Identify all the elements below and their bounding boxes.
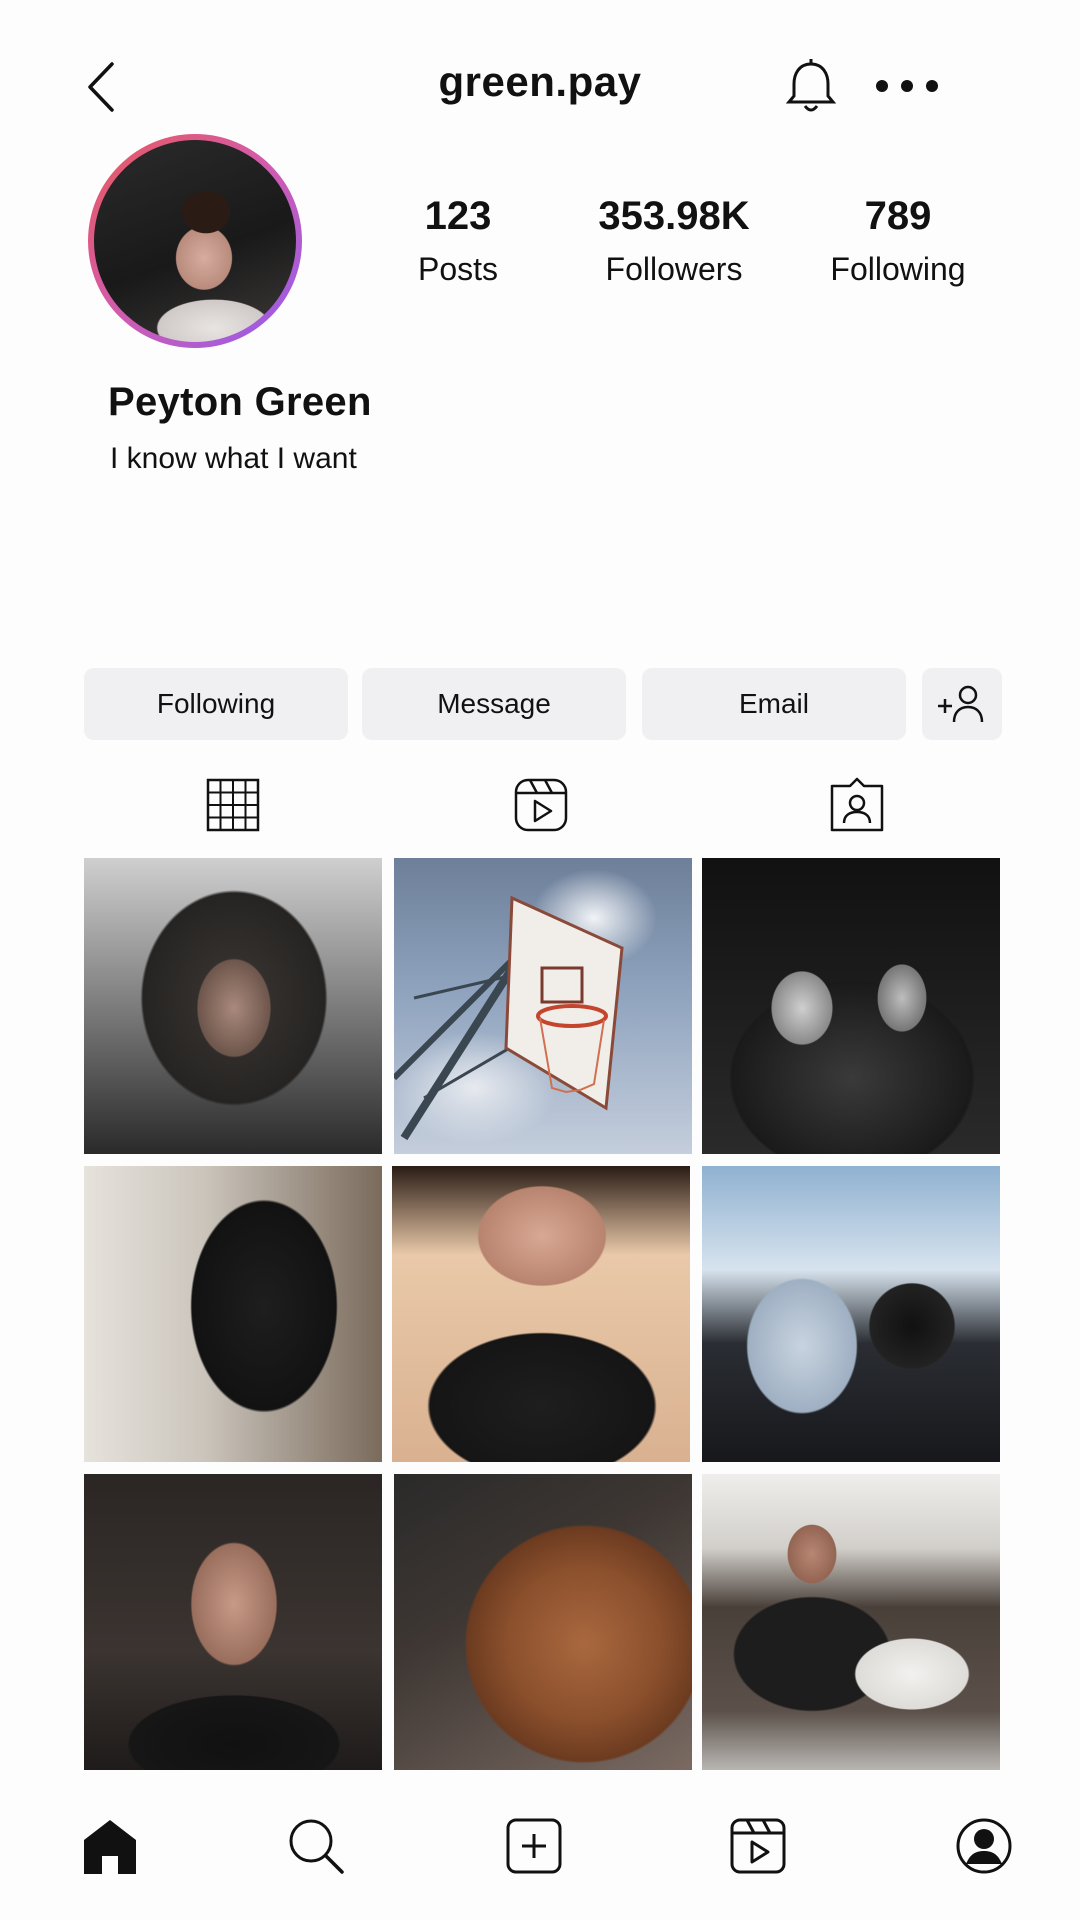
- bell-icon[interactable]: [784, 58, 838, 116]
- add-person-icon: [938, 685, 984, 723]
- create-icon[interactable]: [504, 1816, 564, 1876]
- post-thumbnail[interactable]: [84, 1166, 382, 1462]
- following-button[interactable]: Following: [84, 668, 348, 740]
- stat-following[interactable]: 789 Following: [788, 194, 1008, 288]
- post-thumbnail[interactable]: [394, 858, 692, 1154]
- stat-followers[interactable]: 353.98K Followers: [564, 194, 784, 288]
- stat-following-value: 789: [864, 194, 932, 238]
- post-thumbnail[interactable]: [702, 1474, 1000, 1770]
- post-thumbnail[interactable]: [84, 1474, 382, 1770]
- avatar[interactable]: [94, 140, 296, 342]
- stat-posts-value: 123: [424, 194, 492, 238]
- stat-followers-value: 353.98K: [598, 194, 750, 238]
- profile-display-name: Peyton Green: [108, 380, 372, 424]
- reels-icon[interactable]: [728, 1816, 788, 1876]
- add-person-button[interactable]: [922, 668, 1002, 740]
- profile-bio: I know what I want: [110, 442, 357, 475]
- reels-icon[interactable]: [512, 776, 570, 834]
- home-icon[interactable]: [80, 1816, 140, 1876]
- email-button[interactable]: Email: [642, 668, 906, 740]
- post-thumbnail[interactable]: [392, 1166, 690, 1462]
- search-icon[interactable]: [286, 1816, 346, 1876]
- stat-posts[interactable]: 123 Posts: [348, 194, 568, 288]
- profile-icon[interactable]: [954, 1816, 1014, 1876]
- post-thumbnail[interactable]: [702, 858, 1000, 1154]
- post-thumbnail[interactable]: [394, 1474, 692, 1770]
- post-thumbnail[interactable]: [702, 1166, 1000, 1462]
- stat-following-label: Following: [830, 251, 966, 287]
- stat-followers-label: Followers: [605, 251, 743, 287]
- post-thumbnail[interactable]: [84, 858, 382, 1154]
- tagged-icon[interactable]: [828, 776, 886, 834]
- stat-posts-label: Posts: [417, 251, 499, 287]
- message-button[interactable]: Message: [362, 668, 626, 740]
- grid-icon[interactable]: [204, 776, 262, 834]
- more-horizontal-icon[interactable]: [872, 66, 942, 106]
